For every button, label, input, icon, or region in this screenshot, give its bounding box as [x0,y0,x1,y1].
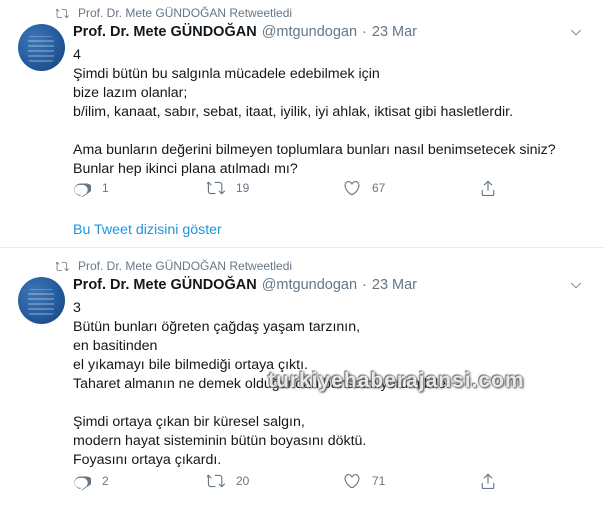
avatar[interactable] [18,277,65,324]
tweet-header: Prof. Dr. Mete GÜNDOĞAN @mtgundogan · 23… [73,24,417,40]
reply-icon [74,183,91,197]
author-handle[interactable]: @mtgundogan [262,24,357,40]
tweet-line [73,122,593,141]
tweet-line: 3 [73,300,81,316]
tweet-menu-button[interactable] [569,25,583,39]
share-icon [481,180,495,197]
tweet-line: Ama bunların değerini bilmeyen toplumlar… [73,142,556,158]
like-count: 67 [372,181,386,195]
tweet-line: Foyasını ortaya çıkardı. [73,452,222,468]
tweet-line: Bunlar hep ikinci plana atılmadı mı? [73,161,298,177]
chevron-down-icon [571,29,581,36]
tweet-line: bize lazım olanlar; [73,85,188,101]
reply-count: 1 [102,181,109,195]
heart-icon [344,181,360,196]
reply-count: 2 [102,474,109,488]
tweet-1[interactable]: Prof. Dr. Mete GÜNDOĞAN Retweetledi Prof… [0,0,605,248]
retweet-context: Prof. Dr. Mete GÜNDOĞAN Retweetledi [56,6,292,20]
retweet-label[interactable]: Prof. Dr. Mete GÜNDOĞAN Retweetledi [78,259,292,273]
tweet-menu-button[interactable] [569,278,583,292]
retweet-button[interactable]: 19 [207,179,249,197]
tweet-line: modern hayat sisteminin bütün boyasını d… [73,433,367,449]
author-name[interactable]: Prof. Dr. Mete GÜNDOĞAN [73,277,257,293]
tweet-line: Şimdi ortaya çıkan bir küresel salgın, [73,414,305,430]
retweet-icon [56,261,69,271]
avatar[interactable] [18,24,65,71]
tweet-line: Bütün bunları öğreten çağdaş yaşam tarzı… [73,319,361,335]
retweet-label[interactable]: Prof. Dr. Mete GÜNDOĞAN Retweetledi [78,6,292,20]
tweet-text: 4 Şimdi bütün bu salgınla mücadele edebi… [73,46,593,179]
retweet-icon [56,8,69,18]
tweet-line: b/ilim, kanaat, sabır, sebat, itaat, iyi… [73,104,514,120]
share-button[interactable] [479,179,508,197]
like-button[interactable]: 67 [343,179,385,197]
separator-dot: · [362,24,367,40]
tweet-line [73,394,593,413]
tweet-date[interactable]: 23 Mar [372,277,417,293]
author-name[interactable]: Prof. Dr. Mete GÜNDOĞAN [73,24,257,40]
tweet-line: en basitinden [73,338,158,354]
retweet-context: Prof. Dr. Mete GÜNDOĞAN Retweetledi [56,259,292,273]
like-button[interactable]: 71 [343,472,385,490]
tweet-header: Prof. Dr. Mete GÜNDOĞAN @mtgundogan · 23… [73,277,417,293]
chevron-down-icon [571,282,581,289]
tweet-line: 4 [73,47,81,63]
reply-icon [74,476,91,490]
retweet-count: 20 [236,474,250,488]
reply-button[interactable]: 1 [73,179,109,197]
tweet-date[interactable]: 23 Mar [372,24,417,40]
share-icon [481,473,495,490]
retweet-count: 19 [236,181,250,195]
like-count: 71 [372,474,386,488]
tweet-line: Şimdi bütün bu salgınla mücadele edebilm… [73,66,380,82]
watermark: turkiyehaberajansi.com [268,369,525,392]
heart-icon [344,474,360,489]
reply-button[interactable]: 2 [73,472,109,490]
share-button[interactable] [479,472,508,490]
separator-dot: · [362,277,367,293]
author-handle[interactable]: @mtgundogan [262,277,357,293]
retweet-icon [207,181,225,195]
retweet-icon [207,474,225,488]
show-thread-link[interactable]: Bu Tweet dizisini göster [73,222,222,238]
retweet-button[interactable]: 20 [207,472,249,490]
